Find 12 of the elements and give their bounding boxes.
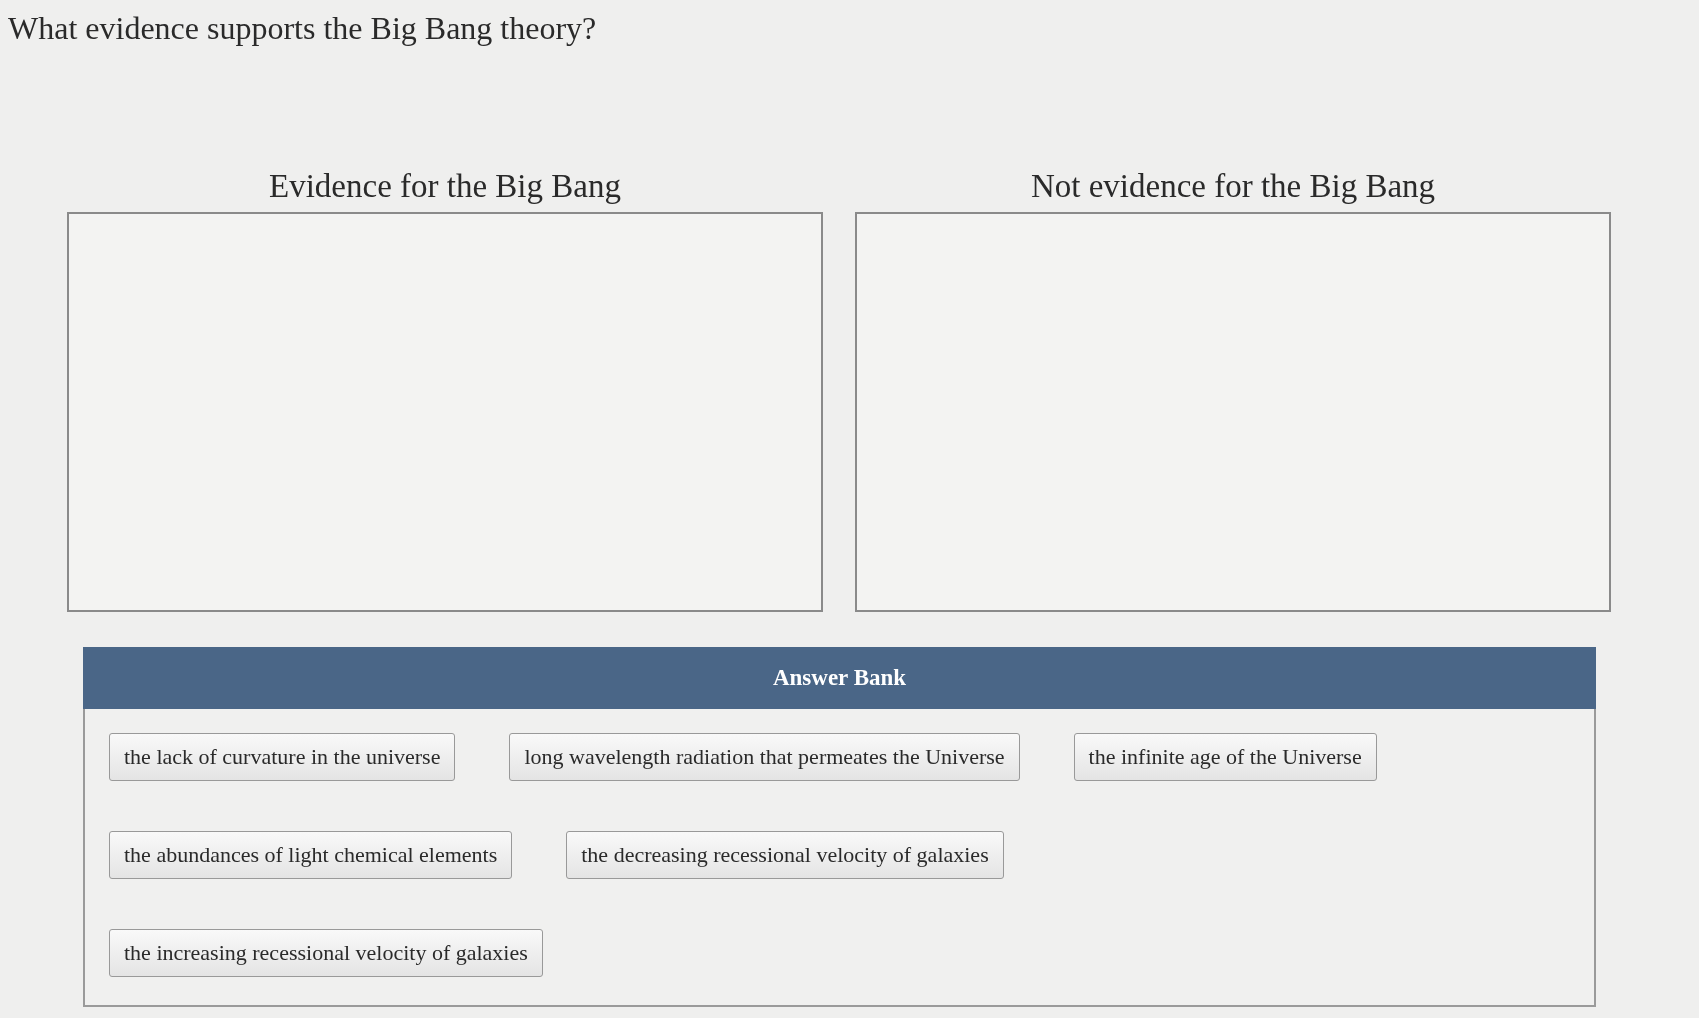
- category-heading: Not evidence for the Big Bang: [1030, 167, 1436, 206]
- question-text: What evidence supports the Big Bang theory?: [8, 9, 597, 48]
- answer-bank-header: Answer Bank: [83, 647, 1596, 709]
- answer-chip[interactable]: the abundances of light chemical elements: [109, 831, 513, 879]
- answer-chip[interactable]: the decreasing recessional velocity of galaxies: [566, 831, 1004, 879]
- drop-zone[interactable]: [855, 212, 1611, 612]
- answer-chip[interactable]: long wavelength radiation that permeates the Universe: [509, 733, 1020, 781]
- category-heading: Evidence for the Big Bang: [269, 167, 621, 206]
- answer-chip[interactable]: the infinite age of the Universe: [1073, 733, 1377, 781]
- drop-zone[interactable]: [67, 212, 823, 612]
- answer-chip[interactable]: the increasing recessional velocity of galaxies: [109, 929, 543, 977]
- answer-chip[interactable]: the lack of curvature in the universe: [109, 733, 456, 781]
